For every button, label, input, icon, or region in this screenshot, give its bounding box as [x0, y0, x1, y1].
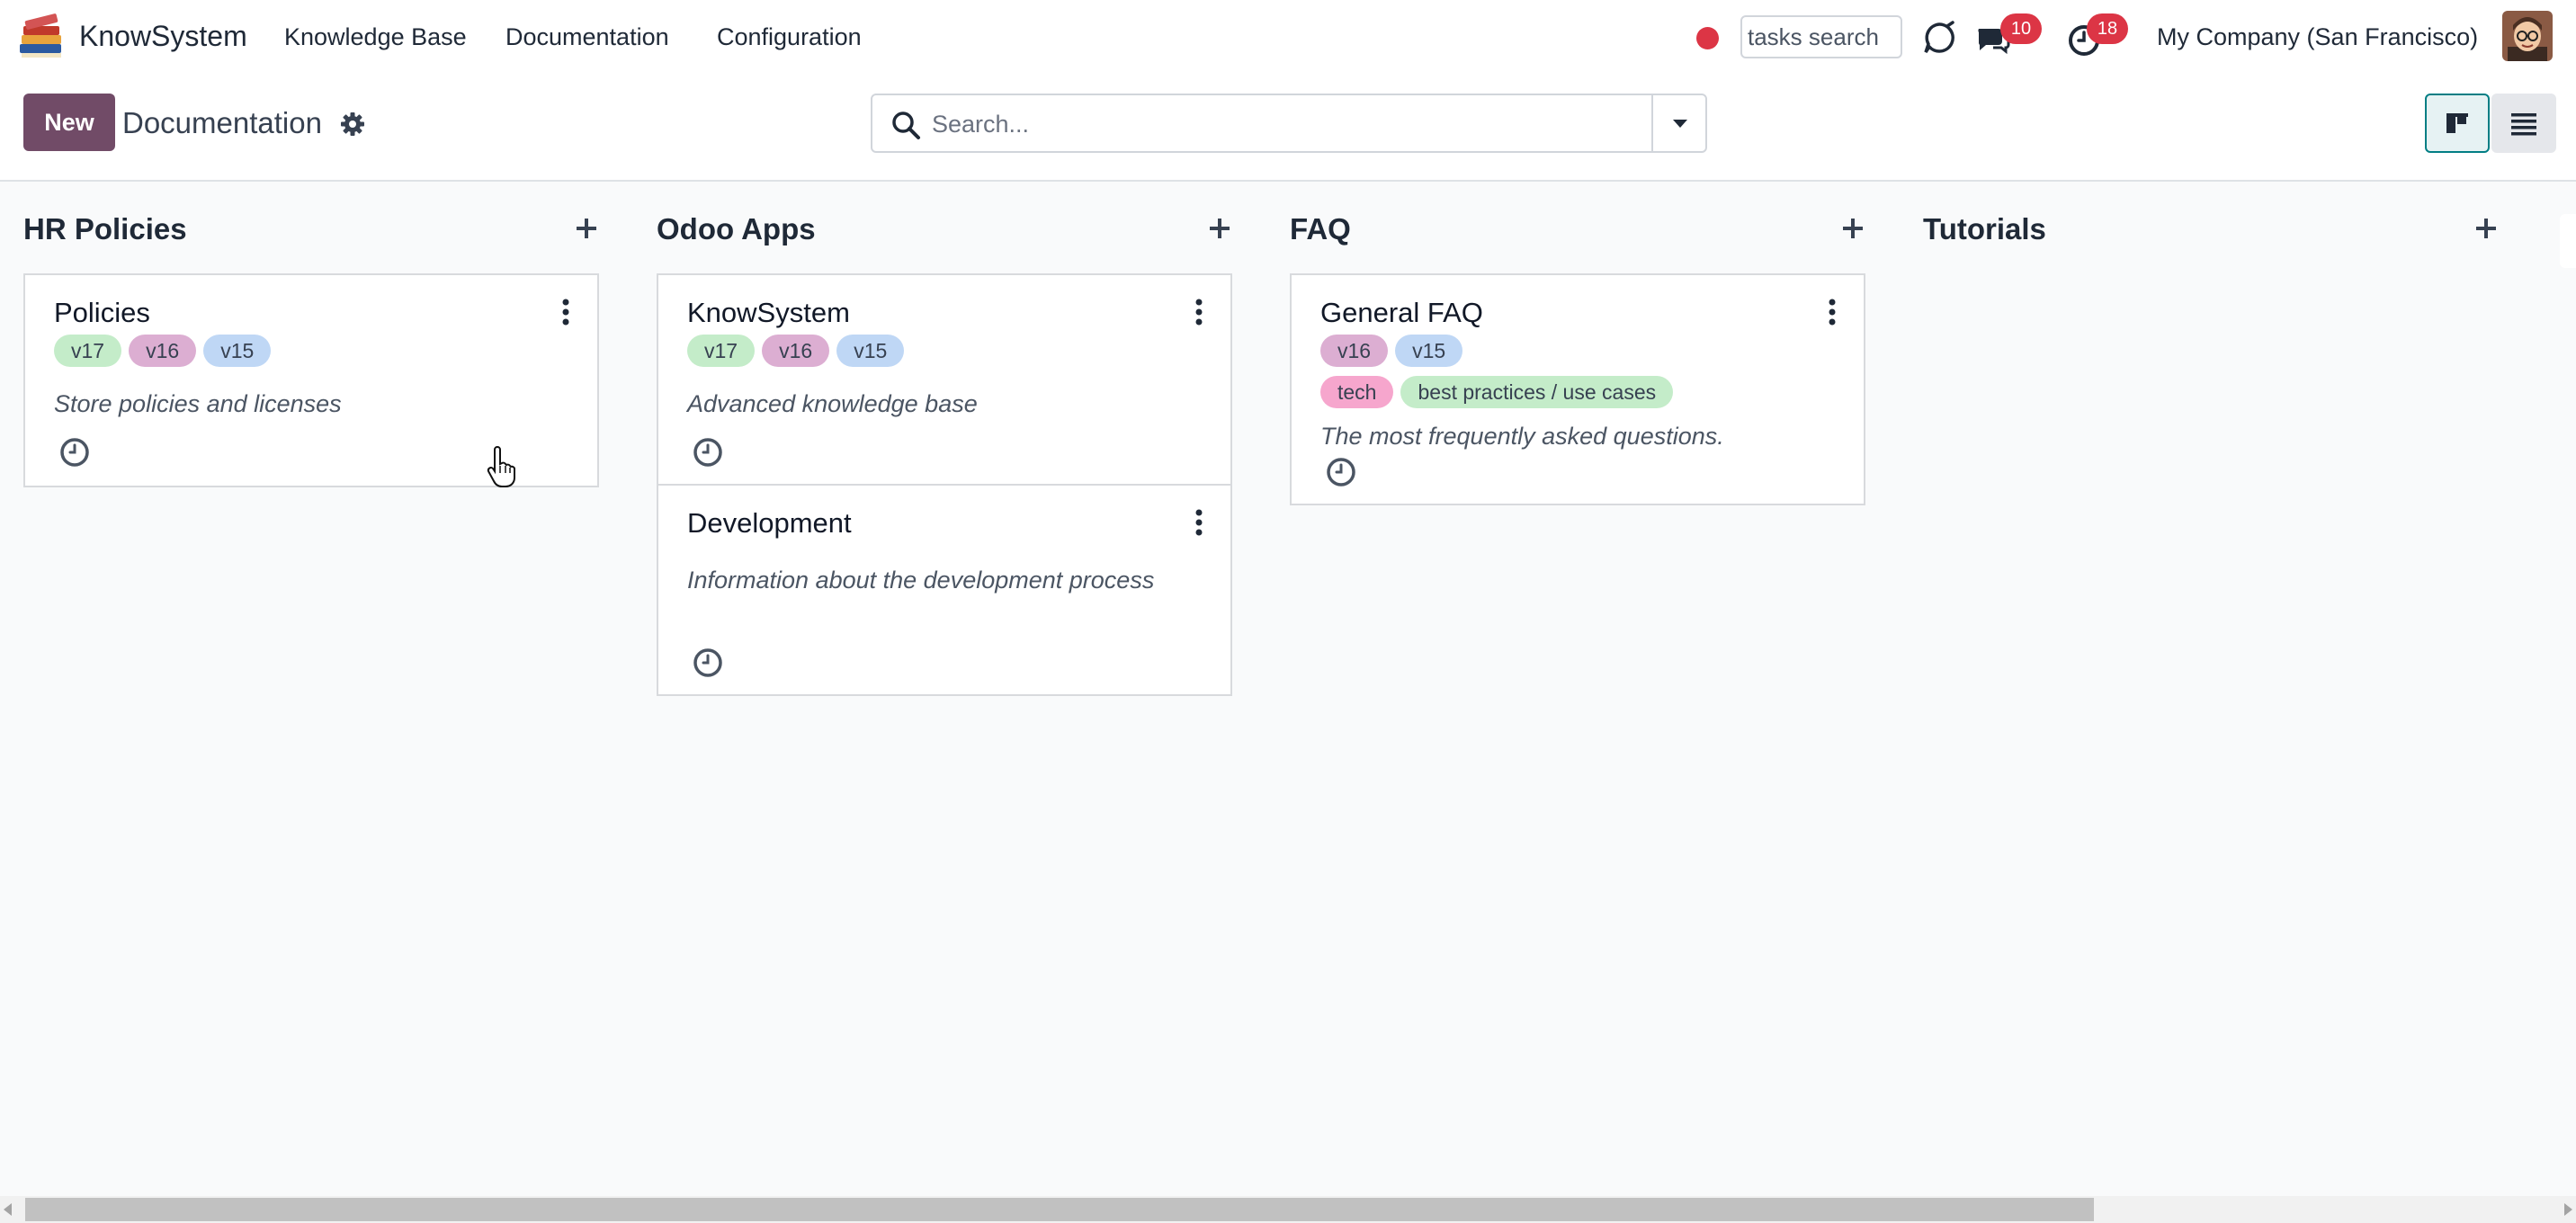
card-title: Development [687, 507, 852, 539]
search-icon [890, 110, 921, 140]
company-switcher[interactable]: My Company (San Francisco) [2157, 23, 2478, 51]
tag-v15[interactable]: v15 [203, 335, 272, 367]
card-description: The most frequently asked questions. [1320, 423, 1724, 450]
scroll-left-arrow-icon[interactable] [4, 1203, 12, 1216]
tag-v16[interactable]: v16 [762, 335, 830, 367]
tag-v17[interactable]: v17 [54, 335, 122, 367]
kanban-card-knowsystem[interactable]: KnowSystem v17 v16 v15 Advanced knowledg… [657, 273, 1232, 487]
tag-v17[interactable]: v17 [687, 335, 756, 367]
add-card-plus-icon[interactable] [1207, 216, 1232, 241]
tag-v15[interactable]: v15 [836, 335, 905, 367]
card-title: General FAQ [1320, 297, 1483, 328]
gear-icon[interactable] [340, 112, 365, 137]
scrollbar-thumb[interactable] [25, 1198, 2094, 1221]
kanban-card-development[interactable]: Development Information about the develo… [657, 484, 1232, 696]
card-description: Advanced knowledge base [687, 390, 978, 417]
tag-best-practices[interactable]: best practices / use cases [1400, 376, 1674, 408]
list-view-icon [2511, 113, 2536, 136]
search-bar [871, 94, 1707, 153]
caret-down-icon [1673, 120, 1687, 128]
activities-count-badge: 18 [2087, 13, 2128, 44]
kanban-view-button[interactable] [2425, 94, 2490, 153]
app-name[interactable]: KnowSystem [79, 20, 247, 53]
top-navbar: KnowSystem Knowledge Base Documentation … [0, 0, 2576, 77]
card-menu-icon[interactable] [1828, 299, 1837, 326]
tag-v16[interactable]: v16 [129, 335, 197, 367]
activity-clock-icon[interactable] [693, 647, 723, 678]
tag-list: v17 v16 v15 [54, 335, 272, 367]
new-button[interactable]: New [23, 94, 115, 151]
search-options-toggle[interactable] [1651, 95, 1705, 151]
horizontal-scrollbar[interactable] [0, 1196, 2576, 1223]
column-title-odoo-apps[interactable]: Odoo Apps [657, 212, 816, 246]
card-menu-icon[interactable] [1194, 509, 1203, 536]
activity-clock-icon[interactable] [693, 437, 723, 468]
menu-knowledge-base[interactable]: Knowledge Base [284, 23, 467, 51]
card-title: KnowSystem [687, 297, 850, 328]
hand-cursor-icon [486, 446, 516, 487]
control-panel: New Documentation [0, 77, 2576, 182]
knowsystem-logo-icon[interactable] [16, 12, 67, 62]
scroll-right-arrow-icon[interactable] [2564, 1203, 2572, 1216]
column-title-faq[interactable]: FAQ [1290, 212, 1351, 246]
tag-v16[interactable]: v16 [1320, 335, 1389, 367]
card-description: Information about the development proces… [687, 567, 1155, 594]
status-indicator[interactable] [1696, 27, 1719, 49]
tag-list: v16 v15 [1320, 335, 1463, 367]
kanban-card-general-faq[interactable]: General FAQ v16 v15 tech best practices … [1290, 273, 1865, 505]
activity-clock-icon[interactable] [1326, 457, 1356, 487]
card-menu-icon[interactable] [561, 299, 570, 326]
tag-list: v17 v16 v15 [687, 335, 905, 367]
card-menu-icon[interactable] [1194, 299, 1203, 326]
column-title-hr-policies[interactable]: HR Policies [23, 212, 187, 246]
user-avatar[interactable] [2502, 11, 2553, 61]
add-card-plus-icon[interactable] [1840, 216, 1865, 241]
tag-tech[interactable]: tech [1320, 376, 1394, 408]
next-column-edge [2560, 214, 2576, 268]
tag-list: tech best practices / use cases [1320, 376, 1674, 408]
menu-documentation[interactable]: Documentation [505, 23, 669, 51]
breadcrumb: Documentation [122, 106, 322, 139]
discuss-icon[interactable] [1921, 20, 1957, 56]
messages-count-badge: 10 [2000, 13, 2042, 44]
column-title-tutorials[interactable]: Tutorials [1923, 212, 2046, 246]
add-card-plus-icon[interactable] [2473, 216, 2499, 241]
list-view-button[interactable] [2491, 94, 2556, 153]
tag-v15[interactable]: v15 [1395, 335, 1463, 367]
card-title: Policies [54, 297, 150, 328]
card-description: Store policies and licenses [54, 390, 342, 417]
add-card-plus-icon[interactable] [574, 216, 599, 241]
menu-configuration[interactable]: Configuration [717, 23, 862, 51]
kanban-view-icon [2446, 113, 2468, 133]
search-input[interactable] [932, 108, 1615, 140]
tasks-search-input[interactable] [1740, 15, 1902, 58]
activity-clock-icon[interactable] [59, 437, 90, 468]
